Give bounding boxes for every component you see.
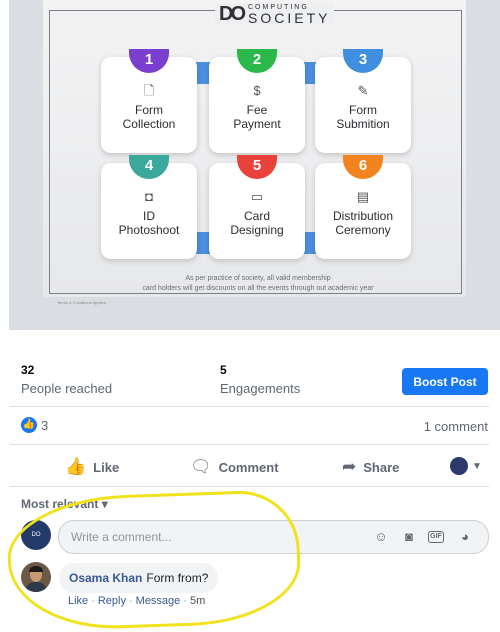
- step-label: ID Photoshoot: [118, 209, 180, 237]
- camera-icon[interactable]: ◙: [400, 528, 418, 546]
- step-number: 5: [237, 155, 277, 179]
- comment-text: Form from?: [146, 571, 209, 585]
- comment-timestamp[interactable]: 5m: [190, 595, 205, 607]
- comment-like-link[interactable]: Like: [68, 595, 88, 607]
- share-label: Share: [363, 459, 400, 475]
- post-as-selector[interactable]: ▼: [450, 457, 482, 475]
- certificate-icon: ▤: [356, 189, 370, 204]
- step-label: Distribution Ceremony: [332, 209, 394, 237]
- divider: [10, 444, 489, 445]
- emoji-icon[interactable]: ☺: [372, 528, 390, 546]
- boost-post-button[interactable]: Boost Post: [402, 368, 488, 395]
- step-number: 6: [343, 155, 383, 179]
- sticker-icon[interactable]: ◕: [456, 528, 474, 546]
- society-logo: DO COMPUTING SOCIETY: [215, 2, 335, 26]
- step-label: Form Submition: [336, 103, 390, 131]
- comment-button[interactable]: 🗨 Comment: [190, 457, 279, 477]
- comments-count-link[interactable]: 1 comment: [424, 419, 488, 434]
- people-reached-value: 32: [21, 363, 35, 377]
- gif-icon[interactable]: GIF: [428, 531, 444, 543]
- engagements-label: Engagements: [220, 381, 301, 396]
- engagements-value: 5: [220, 363, 227, 377]
- comment-author-link[interactable]: Osama Khan: [69, 571, 142, 585]
- comment-input[interactable]: [71, 521, 361, 553]
- post-image[interactable]: DO COMPUTING SOCIETY 1 🗋 Form Collection…: [9, 0, 500, 330]
- logo-title: SOCIETY: [248, 9, 331, 26]
- step-label: Fee Payment: [233, 103, 281, 131]
- document-icon: 🗋: [143, 83, 155, 98]
- dollar-icon: $: [253, 83, 261, 98]
- step-number: 3: [343, 49, 383, 73]
- caret-down-icon: ▼: [472, 460, 482, 472]
- like-reaction-icon: 👍: [21, 417, 37, 433]
- step-label: Card Designing: [230, 209, 284, 237]
- divider: [10, 406, 489, 407]
- step-card: 2 $ Fee Payment: [209, 49, 305, 153]
- logo-mark: DO: [219, 2, 246, 25]
- form-icon: ✎: [357, 83, 369, 98]
- comment-composer[interactable]: ☺ ◙ GIF ◕: [58, 520, 489, 554]
- reactions-summary[interactable]: 👍 3: [21, 417, 48, 433]
- commenter-avatar[interactable]: [21, 562, 51, 592]
- comment-actions: Like · Reply · Message · 5m: [68, 595, 206, 607]
- share-button[interactable]: ➦ Share: [342, 457, 399, 477]
- step-number: 2: [237, 49, 277, 73]
- step-card: 6 ▤ Distribution Ceremony: [315, 155, 411, 259]
- like-label: Like: [93, 459, 120, 475]
- terms-note: Terms & Conditions Applied: [57, 300, 106, 305]
- engagements-stat[interactable]: 5 Engagements: [220, 363, 300, 396]
- step-card: 3 ✎ Form Submition: [315, 49, 411, 153]
- page-avatar[interactable]: DO: [21, 520, 51, 550]
- graphic-footnote: As per practice of society, all valid me…: [142, 275, 374, 292]
- like-count: 3: [41, 417, 49, 433]
- camera-icon: ◘: [145, 189, 153, 204]
- comment-bubble: Osama Khan Form from?: [59, 563, 219, 593]
- step-number: 1: [129, 49, 169, 73]
- page-profile-icon: [450, 457, 468, 475]
- monitor-icon: ▭: [250, 189, 264, 204]
- comment-reply-link[interactable]: Reply: [98, 595, 126, 607]
- people-reached-stat[interactable]: 32 People reached: [21, 363, 112, 396]
- step-number: 4: [129, 155, 169, 179]
- people-reached-label: People reached: [21, 381, 113, 396]
- step-label: Form Collection: [122, 103, 176, 131]
- share-arrow-icon: ➦: [342, 457, 357, 476]
- speech-bubble-icon: 🗨: [190, 457, 212, 476]
- step-card: 1 🗋 Form Collection: [101, 49, 197, 153]
- like-button[interactable]: 👍 Like: [65, 457, 119, 477]
- comment-label: Comment: [218, 459, 279, 475]
- step-card: 5 ▭ Card Designing: [209, 155, 305, 259]
- comment-sort-dropdown[interactable]: Most relevant ▾: [21, 497, 108, 511]
- step-card: 4 ◘ ID Photoshoot: [101, 155, 197, 259]
- society-graphic: DO COMPUTING SOCIETY 1 🗋 Form Collection…: [43, 0, 466, 305]
- comment-message-link[interactable]: Message: [136, 595, 181, 607]
- thumbs-up-icon: 👍: [65, 457, 87, 476]
- divider: [10, 486, 489, 487]
